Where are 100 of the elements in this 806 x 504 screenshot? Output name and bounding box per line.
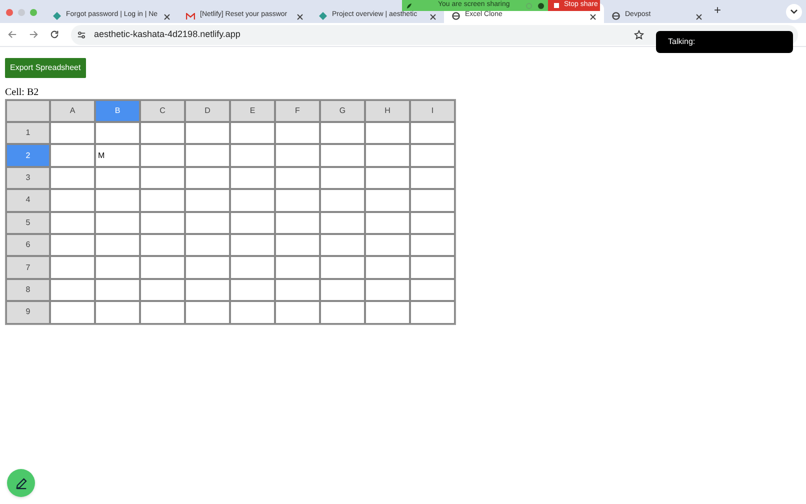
column-header[interactable]: C — [140, 100, 185, 122]
table-cell[interactable] — [275, 122, 320, 144]
table-cell[interactable] — [275, 212, 320, 234]
table-cell[interactable] — [95, 234, 140, 256]
table-cell[interactable] — [50, 234, 95, 256]
table-cell[interactable] — [50, 278, 95, 302]
table-cell[interactable] — [95, 189, 140, 212]
table-cell[interactable] — [320, 234, 365, 256]
table-cell[interactable] — [140, 122, 185, 144]
table-cell[interactable] — [410, 144, 455, 167]
close-icon[interactable] — [590, 14, 596, 20]
table-cell[interactable] — [275, 189, 320, 212]
table-cell[interactable]: M — [95, 144, 140, 167]
table-cell[interactable] — [320, 166, 365, 190]
column-header[interactable]: E — [230, 100, 275, 122]
table-cell[interactable] — [50, 144, 95, 167]
maximize-window-icon[interactable] — [30, 8, 37, 16]
table-cell[interactable] — [185, 234, 230, 256]
table-cell[interactable] — [230, 256, 275, 279]
table-cell[interactable] — [185, 256, 230, 279]
table-cell[interactable] — [410, 212, 455, 234]
forward-arrow-icon[interactable] — [29, 30, 38, 39]
table-cell[interactable] — [365, 301, 410, 324]
close-icon[interactable] — [696, 14, 702, 20]
row-header[interactable]: 9 — [6, 301, 50, 324]
table-cell[interactable] — [410, 189, 455, 212]
table-cell[interactable] — [410, 256, 455, 279]
site-settings-icon[interactable] — [77, 30, 86, 38]
table-cell[interactable] — [95, 301, 140, 324]
table-cell[interactable] — [410, 234, 455, 256]
table-cell[interactable] — [365, 189, 410, 212]
table-cell[interactable] — [230, 301, 275, 324]
table-cell[interactable] — [410, 278, 455, 302]
table-cell[interactable] — [320, 212, 365, 234]
table-cell[interactable] — [95, 278, 140, 302]
table-cell[interactable] — [320, 189, 365, 212]
table-cell[interactable] — [275, 301, 320, 324]
table-cell[interactable] — [410, 166, 455, 190]
table-cell[interactable] — [365, 256, 410, 279]
table-cell[interactable] — [140, 212, 185, 234]
table-cell[interactable] — [230, 278, 275, 302]
table-cell[interactable] — [50, 212, 95, 234]
table-cell[interactable] — [230, 189, 275, 212]
table-cell[interactable] — [320, 278, 365, 302]
table-cell[interactable] — [95, 166, 140, 190]
row-header[interactable]: 4 — [6, 189, 50, 212]
tab-list-button[interactable] — [786, 4, 802, 20]
reload-icon[interactable] — [50, 30, 59, 39]
new-tab-button[interactable]: + — [714, 1, 722, 19]
table-cell[interactable] — [320, 301, 365, 324]
row-header[interactable]: 1 — [6, 122, 50, 144]
back-arrow-icon[interactable] — [8, 30, 17, 39]
table-cell[interactable] — [320, 122, 365, 144]
row-header[interactable]: 8 — [6, 278, 50, 302]
table-cell[interactable] — [275, 234, 320, 256]
table-cell[interactable] — [95, 212, 140, 234]
close-icon[interactable] — [297, 14, 303, 20]
table-cell[interactable] — [320, 144, 365, 167]
star-icon[interactable] — [634, 30, 644, 40]
table-cell[interactable] — [50, 122, 95, 144]
table-cell[interactable] — [365, 234, 410, 256]
table-cell[interactable] — [365, 122, 410, 144]
table-cell[interactable] — [140, 301, 185, 324]
table-cell[interactable] — [50, 189, 95, 212]
table-cell[interactable] — [365, 212, 410, 234]
column-header[interactable]: G — [320, 100, 365, 122]
close-icon[interactable] — [164, 14, 170, 20]
column-header[interactable]: I — [410, 100, 455, 122]
row-header[interactable]: 6 — [6, 234, 50, 256]
table-cell[interactable] — [230, 234, 275, 256]
table-cell[interactable] — [410, 301, 455, 324]
table-cell[interactable] — [185, 212, 230, 234]
table-cell[interactable] — [140, 256, 185, 279]
table-cell[interactable] — [185, 301, 230, 324]
table-cell[interactable] — [365, 166, 410, 190]
edit-button[interactable] — [7, 469, 35, 497]
table-cell[interactable] — [275, 166, 320, 190]
table-cell[interactable] — [50, 166, 95, 190]
table-cell[interactable] — [185, 189, 230, 212]
table-cell[interactable] — [185, 122, 230, 144]
column-header[interactable]: A — [50, 100, 95, 122]
column-header[interactable]: H — [365, 100, 410, 122]
table-cell[interactable] — [230, 122, 275, 144]
table-cell[interactable] — [185, 166, 230, 190]
close-icon[interactable] — [430, 14, 436, 20]
table-cell[interactable] — [275, 256, 320, 279]
table-cell[interactable] — [140, 144, 185, 167]
table-cell[interactable] — [50, 301, 95, 324]
table-cell[interactable] — [230, 166, 275, 190]
table-cell[interactable] — [50, 256, 95, 279]
table-cell[interactable] — [140, 234, 185, 256]
table-cell[interactable] — [365, 144, 410, 167]
row-header[interactable]: 3 — [6, 166, 50, 190]
column-header[interactable]: F — [275, 100, 320, 122]
table-cell[interactable] — [185, 278, 230, 302]
table-cell[interactable] — [275, 278, 320, 302]
export-button[interactable]: Export Spreadsheet — [5, 58, 86, 78]
table-cell[interactable] — [140, 278, 185, 302]
table-cell[interactable] — [365, 278, 410, 302]
table-cell[interactable] — [275, 144, 320, 167]
